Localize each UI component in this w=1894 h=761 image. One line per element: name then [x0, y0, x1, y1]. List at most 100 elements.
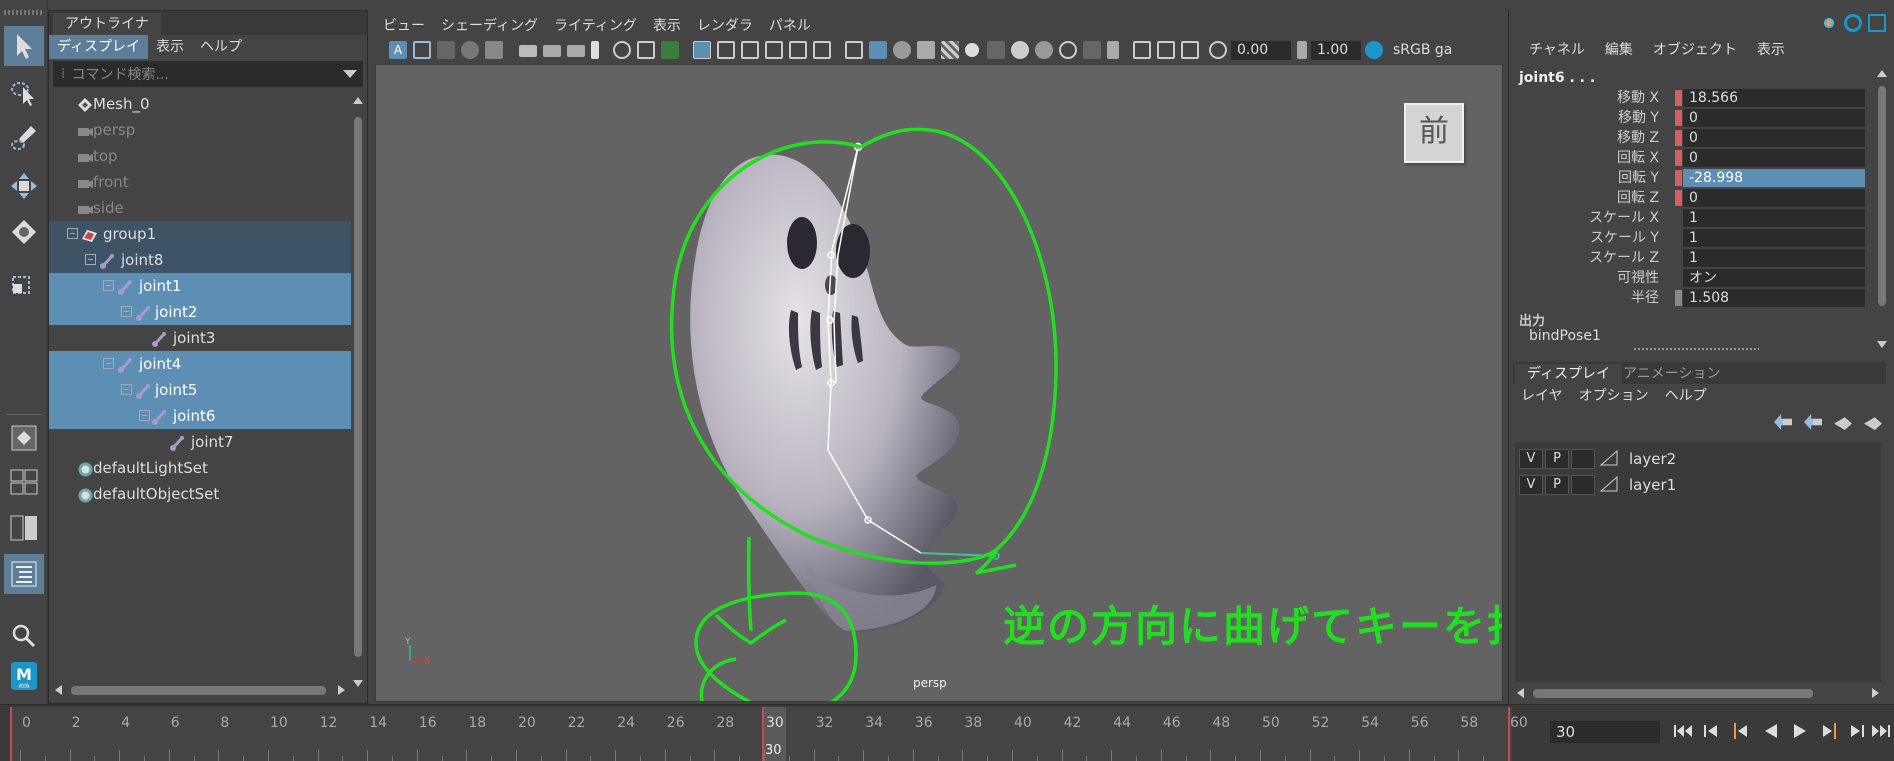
channel-attribute-row[interactable]: スケール Y 1	[1509, 228, 1869, 248]
collapse-icon[interactable]	[103, 280, 114, 291]
layer-color-icon[interactable]	[1597, 449, 1621, 469]
outliner-menu-display[interactable]: ディスプレイ	[49, 35, 149, 59]
outliner-item-defaultobjectset[interactable]: defaultObjectSet	[49, 481, 351, 507]
grid-icon[interactable]	[693, 41, 711, 59]
outliner-item-front[interactable]: front	[49, 169, 351, 195]
attribute-value-field[interactable]: -28.998	[1683, 169, 1865, 187]
outliner-item-top[interactable]: top	[49, 143, 351, 169]
play-forwards-icon[interactable]	[1789, 719, 1811, 743]
channel-attribute-row[interactable]: 回転 Y -28.998	[1509, 168, 1869, 188]
attribute-value-field[interactable]: 18.566	[1683, 89, 1865, 107]
image-plane-icon[interactable]	[461, 41, 479, 59]
color-management-icon[interactable]	[1365, 41, 1383, 59]
collapse-icon[interactable]	[103, 358, 114, 369]
ambient-occlusion-icon[interactable]	[1011, 41, 1029, 59]
gamma-icon[interactable]	[1297, 41, 1307, 59]
viewport-menu-renderer[interactable]: レンダラ	[689, 14, 761, 38]
channel-menu-edit[interactable]: 編集	[1595, 38, 1643, 62]
command-search-input[interactable]: ⁞ コマンド検索...	[53, 61, 363, 87]
outliner-item-joint8[interactable]: joint8	[49, 247, 351, 273]
layer-playback-toggle[interactable]: P	[1545, 475, 1569, 495]
collapse-icon[interactable]	[139, 410, 150, 421]
outliner-menu-show[interactable]: 表示	[148, 35, 192, 59]
move-layer-up-icon[interactable]	[1774, 414, 1792, 430]
color-space-field[interactable]: sRGB ga	[1387, 41, 1503, 60]
attribute-value-field[interactable]: 1	[1683, 229, 1865, 247]
collapse-icon[interactable]	[121, 306, 132, 317]
exposure-field[interactable]: 0.00	[1231, 41, 1291, 60]
channel-attribute-row[interactable]: 回転 Z 0	[1509, 188, 1869, 208]
collapse-icon[interactable]	[67, 228, 78, 239]
channel-menu-show[interactable]: 表示	[1747, 38, 1795, 62]
2d-pan-zoom-icon[interactable]	[485, 41, 503, 59]
go-to-end-icon[interactable]	[1870, 719, 1892, 743]
attribute-value-field[interactable]: 1.508	[1683, 289, 1865, 307]
play-backwards-icon[interactable]	[1760, 719, 1782, 743]
outliner-horizontal-scrollbar[interactable]	[55, 683, 345, 697]
layer-visibility-toggle[interactable]: V	[1519, 475, 1543, 495]
step-back-frame-icon[interactable]	[1700, 719, 1722, 743]
create-empty-layer-icon[interactable]	[1834, 417, 1852, 430]
outliner-layout-icon[interactable]	[4, 554, 44, 594]
tool-settings-icon[interactable]	[1844, 14, 1862, 32]
layer-display-type-toggle[interactable]	[1571, 449, 1595, 469]
channel-attribute-row[interactable]: スケール X 1	[1509, 208, 1869, 228]
attribute-value-field[interactable]: 0	[1683, 129, 1865, 147]
channel-menu-object[interactable]: オブジェクト	[1643, 38, 1747, 62]
toolbox-grip[interactable]	[4, 10, 44, 15]
viewport-menu-view[interactable]: ビュー	[375, 14, 433, 38]
outliner-item-persp[interactable]: persp	[49, 117, 351, 143]
layer-color-icon[interactable]	[1597, 475, 1621, 495]
attribute-value-field[interactable]: オン	[1683, 269, 1865, 287]
channel-vertical-scrollbar[interactable]	[1876, 70, 1888, 348]
outliner-item-joint4[interactable]: joint4	[49, 351, 351, 377]
layer-display-type-toggle[interactable]	[1571, 475, 1595, 495]
xray-icon[interactable]	[1133, 41, 1151, 59]
attribute-value-field[interactable]: 0	[1683, 109, 1865, 127]
current-frame-field[interactable]: 30	[1550, 721, 1660, 743]
layer-row-layer2[interactable]: V Player2	[1515, 446, 1881, 472]
scale-tool-icon[interactable]	[4, 262, 44, 302]
channel-attribute-row[interactable]: スケール Z 1	[1509, 248, 1869, 268]
collapse-icon[interactable]	[85, 254, 96, 265]
outliner-item-mesh_0[interactable]: Mesh_0	[49, 91, 351, 117]
select-tool-icon[interactable]	[4, 26, 44, 66]
outliner-item-joint2[interactable]: joint2	[49, 299, 351, 325]
layer-horizontal-scrollbar[interactable]	[1517, 686, 1879, 700]
playhead[interactable]	[762, 707, 764, 761]
safe-title-icon[interactable]	[765, 41, 783, 59]
textured-icon[interactable]	[941, 41, 959, 59]
attribute-value-field[interactable]: 1	[1683, 209, 1865, 227]
channel-object-name[interactable]: joint6 . . .	[1519, 70, 1595, 86]
step-forward-key-icon[interactable]	[1818, 719, 1840, 743]
layer-tab-animation[interactable]: アニメーション	[1611, 364, 1732, 384]
channel-attribute-row[interactable]: 移動 Y 0	[1509, 108, 1869, 128]
outliner-item-joint6[interactable]: joint6	[49, 403, 351, 429]
outliner-vertical-scrollbar[interactable]	[352, 97, 364, 687]
layer-row-layer1[interactable]: V Player1	[1515, 472, 1881, 498]
default-material-icon[interactable]	[893, 41, 911, 59]
hud-icon[interactable]	[813, 41, 831, 59]
field-chart-icon[interactable]	[637, 41, 655, 59]
go-to-start-icon[interactable]	[1672, 719, 1694, 743]
outliner-item-group1[interactable]: group1	[49, 221, 351, 247]
rotate-tool-icon[interactable]	[4, 212, 44, 252]
paint-select-tool-icon[interactable]	[4, 118, 44, 158]
channel-attribute-row[interactable]: 可視性 オン	[1509, 268, 1869, 288]
create-layer-from-selected-icon[interactable]	[1864, 417, 1882, 430]
viewport-3d[interactable]: Y X 前 persp 逆の方向に曲げてキーを打つ。	[375, 64, 1503, 702]
smooth-shade-icon[interactable]	[869, 41, 887, 59]
viewport-menu-lighting[interactable]: ライティング	[546, 14, 645, 38]
multisample-icon[interactable]	[1059, 41, 1077, 59]
outliner-menu-help[interactable]: ヘルプ	[192, 35, 250, 59]
outliner-item-defaultlightset[interactable]: defaultLightSet	[49, 455, 351, 481]
outliner-item-side[interactable]: side	[49, 195, 351, 221]
viewport-menu-panels[interactable]: パネル	[761, 14, 819, 38]
step-back-key-icon[interactable]	[1730, 719, 1752, 743]
shadows-icon[interactable]	[987, 41, 1005, 59]
resolution-gate-toggle-icon[interactable]	[741, 41, 759, 59]
step-forward-frame-icon[interactable]	[1846, 719, 1868, 743]
collapse-icon[interactable]	[121, 384, 132, 395]
resolution-gate-icon[interactable]	[591, 41, 599, 59]
ghost-mesh[interactable]	[690, 154, 960, 632]
